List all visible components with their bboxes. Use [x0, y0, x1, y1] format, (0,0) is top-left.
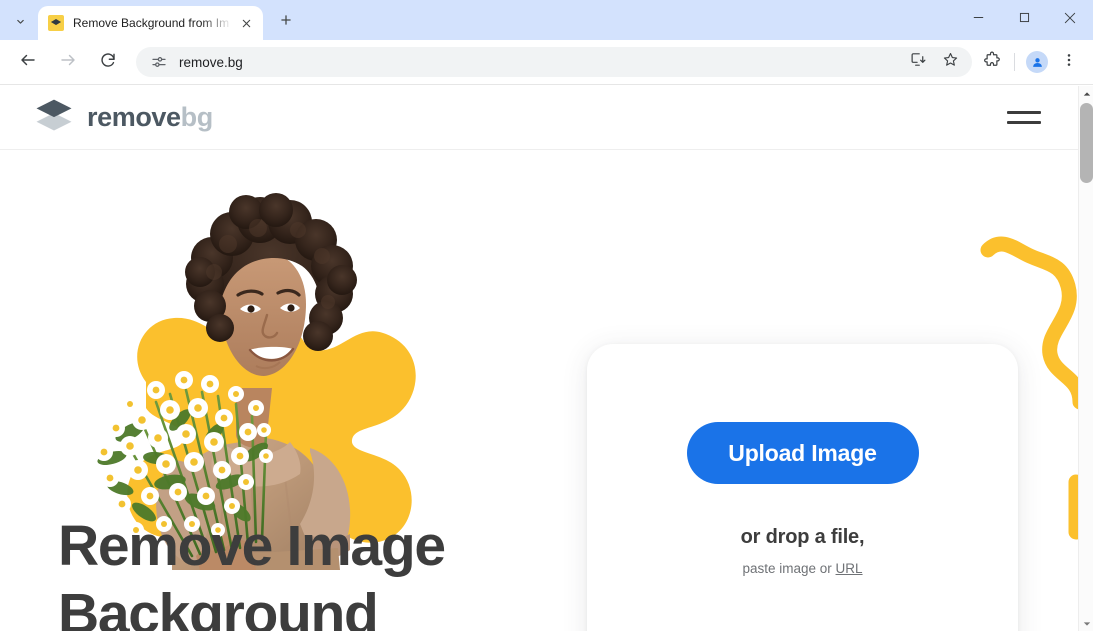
- chevron-down-icon: [14, 15, 27, 28]
- browser-toolbar: remove.bg: [0, 40, 1093, 85]
- headline-line-1: Remove Image: [58, 514, 446, 578]
- removebg-layers-favicon: [48, 15, 64, 31]
- install-app-icon: [910, 51, 927, 73]
- arrow-right-icon: [59, 51, 77, 74]
- upload-image-button[interactable]: Upload Image: [686, 422, 919, 484]
- headline-line-2: Background: [58, 582, 379, 631]
- new-tab-button[interactable]: [272, 8, 300, 36]
- close-icon: [1063, 11, 1077, 30]
- plus-icon: [279, 13, 293, 32]
- minimize-icon: [972, 11, 985, 29]
- address-bar-url: remove.bg: [179, 54, 243, 70]
- hero-section: Remove Image Background 100% Automatical…: [0, 150, 1078, 631]
- three-dot-menu-icon: [1061, 52, 1077, 73]
- minimize-button[interactable]: [955, 0, 1001, 40]
- tab-strip: Remove Background from Im: [0, 0, 1093, 40]
- paste-hint: paste image or URL: [742, 561, 862, 576]
- address-bar-actions: [902, 47, 966, 77]
- page-title: Remove Image Background: [58, 512, 446, 631]
- site-logo[interactable]: removebg: [34, 97, 213, 139]
- hamburger-line-bottom: [1007, 121, 1041, 124]
- tab-search-button[interactable]: [6, 7, 34, 35]
- drop-file-label: or drop a file,: [740, 526, 865, 548]
- profile-button[interactable]: [1023, 48, 1051, 76]
- window-close-button[interactable]: [1047, 0, 1093, 40]
- site-header: removebg: [0, 86, 1078, 150]
- paste-hint-prefix: paste image or: [742, 561, 832, 576]
- reload-button[interactable]: [93, 47, 123, 77]
- page-scrollbar[interactable]: [1078, 86, 1093, 631]
- scroll-up-button[interactable]: [1079, 86, 1093, 101]
- browser-menu-button[interactable]: [1055, 48, 1083, 76]
- tab-title: Remove Background from Im: [73, 16, 230, 30]
- forward-button[interactable]: [53, 47, 83, 77]
- site-logo-text: removebg: [87, 102, 213, 133]
- star-icon: [942, 51, 959, 73]
- reload-icon: [99, 51, 117, 74]
- address-bar[interactable]: remove.bg: [136, 47, 972, 77]
- maximize-icon: [1018, 11, 1031, 29]
- site-settings-sliders-icon[interactable]: [146, 49, 172, 75]
- paste-url-link[interactable]: URL: [836, 561, 863, 576]
- logo-secondary-text: bg: [180, 102, 214, 132]
- scroll-up-arrow-icon: [1083, 86, 1091, 103]
- maximize-button[interactable]: [1001, 0, 1047, 40]
- profile-avatar-icon: [1026, 51, 1048, 73]
- puzzle-piece-icon: [983, 51, 1001, 74]
- extensions-button[interactable]: [978, 48, 1006, 76]
- hamburger-line-top: [1007, 111, 1041, 114]
- page-viewport: removebg Remove Image Background Upload …: [0, 86, 1093, 631]
- toolbar-divider: [1014, 53, 1015, 71]
- browser-tab[interactable]: Remove Background from Im: [38, 6, 263, 40]
- tab-close-button[interactable]: [237, 14, 255, 32]
- window-controls: [955, 0, 1093, 40]
- scrollbar-thumb[interactable]: [1080, 103, 1093, 183]
- bookmark-button[interactable]: [936, 48, 964, 76]
- woman-with-flowers-photo: [60, 152, 420, 571]
- scroll-down-button[interactable]: [1079, 616, 1093, 631]
- arrow-left-icon: [19, 51, 37, 74]
- install-app-button[interactable]: [904, 48, 932, 76]
- removebg-page: removebg Remove Image Background Upload …: [0, 86, 1078, 631]
- hamburger-menu-icon[interactable]: [1004, 103, 1044, 133]
- upload-card: Upload Image or drop a file, paste image…: [587, 344, 1018, 631]
- back-button[interactable]: [13, 47, 43, 77]
- removebg-layers-logo: [34, 97, 74, 139]
- browser-window: Remove Background from Im remove.bg remo…: [0, 0, 1093, 631]
- logo-primary-text: remove: [87, 102, 181, 132]
- scroll-down-arrow-icon: [1083, 615, 1091, 631]
